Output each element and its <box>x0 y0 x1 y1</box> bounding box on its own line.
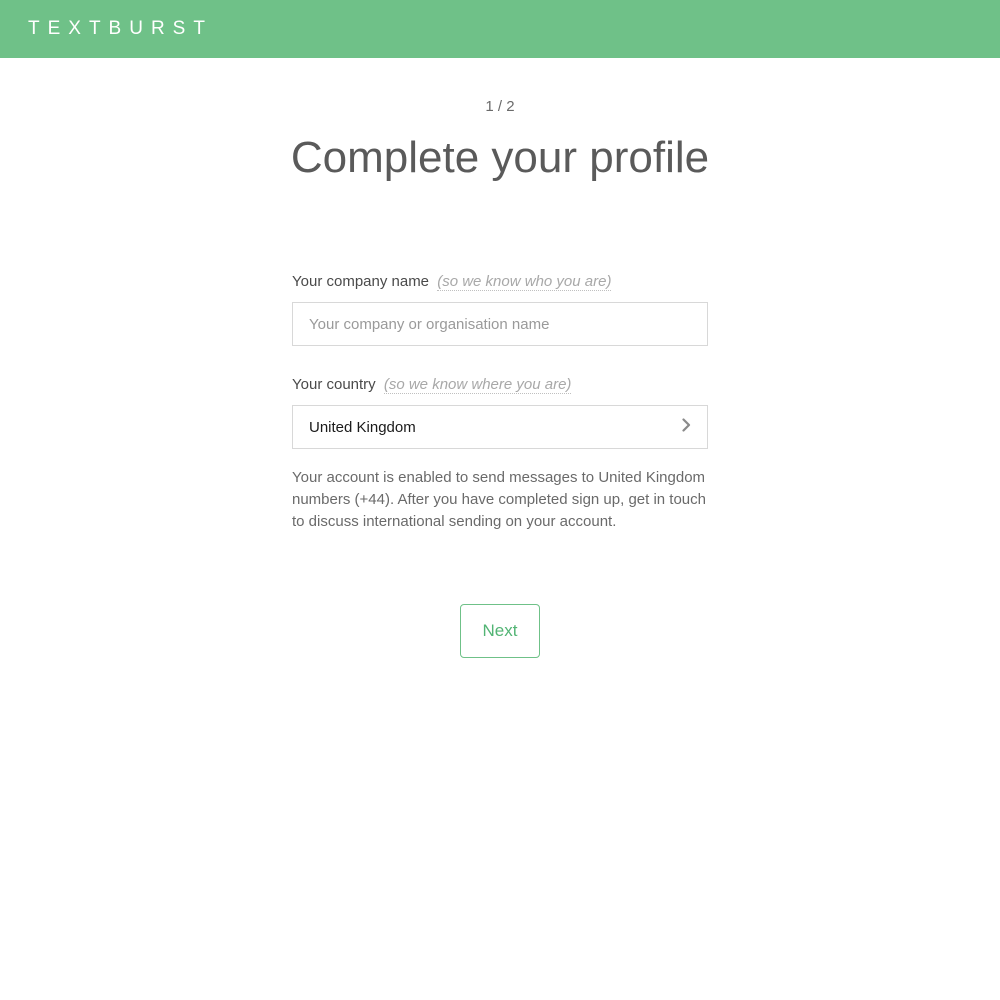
company-field-group: Your company name (so we know who you ar… <box>292 273 708 346</box>
company-label-row: Your company name (so we know who you ar… <box>292 273 708 290</box>
app-header: TEXTBURST <box>0 0 1000 58</box>
chevron-right-icon <box>682 418 691 437</box>
country-label-row: Your country (so we know where you are) <box>292 376 708 393</box>
country-field-group: Your country (so we know where you are) … <box>292 376 708 532</box>
company-hint: (so we know who you are) <box>437 273 611 291</box>
brand-logo: TEXTBURST <box>28 18 213 40</box>
next-button[interactable]: Next <box>460 604 541 658</box>
country-hint: (so we know where you are) <box>384 376 572 394</box>
country-label: Your country <box>292 376 376 393</box>
profile-form: Your company name (so we know who you ar… <box>292 273 708 658</box>
company-input[interactable] <box>292 302 708 346</box>
actions-row: Next <box>292 604 708 658</box>
country-helper-text: Your account is enabled to send messages… <box>292 467 708 532</box>
page-title: Complete your profile <box>291 133 709 183</box>
company-label: Your company name <box>292 273 429 290</box>
step-progress: 1 / 2 <box>485 98 514 115</box>
country-value: United Kingdom <box>309 419 682 436</box>
country-select[interactable]: United Kingdom <box>292 405 708 449</box>
main-content: 1 / 2 Complete your profile Your company… <box>0 58 1000 658</box>
